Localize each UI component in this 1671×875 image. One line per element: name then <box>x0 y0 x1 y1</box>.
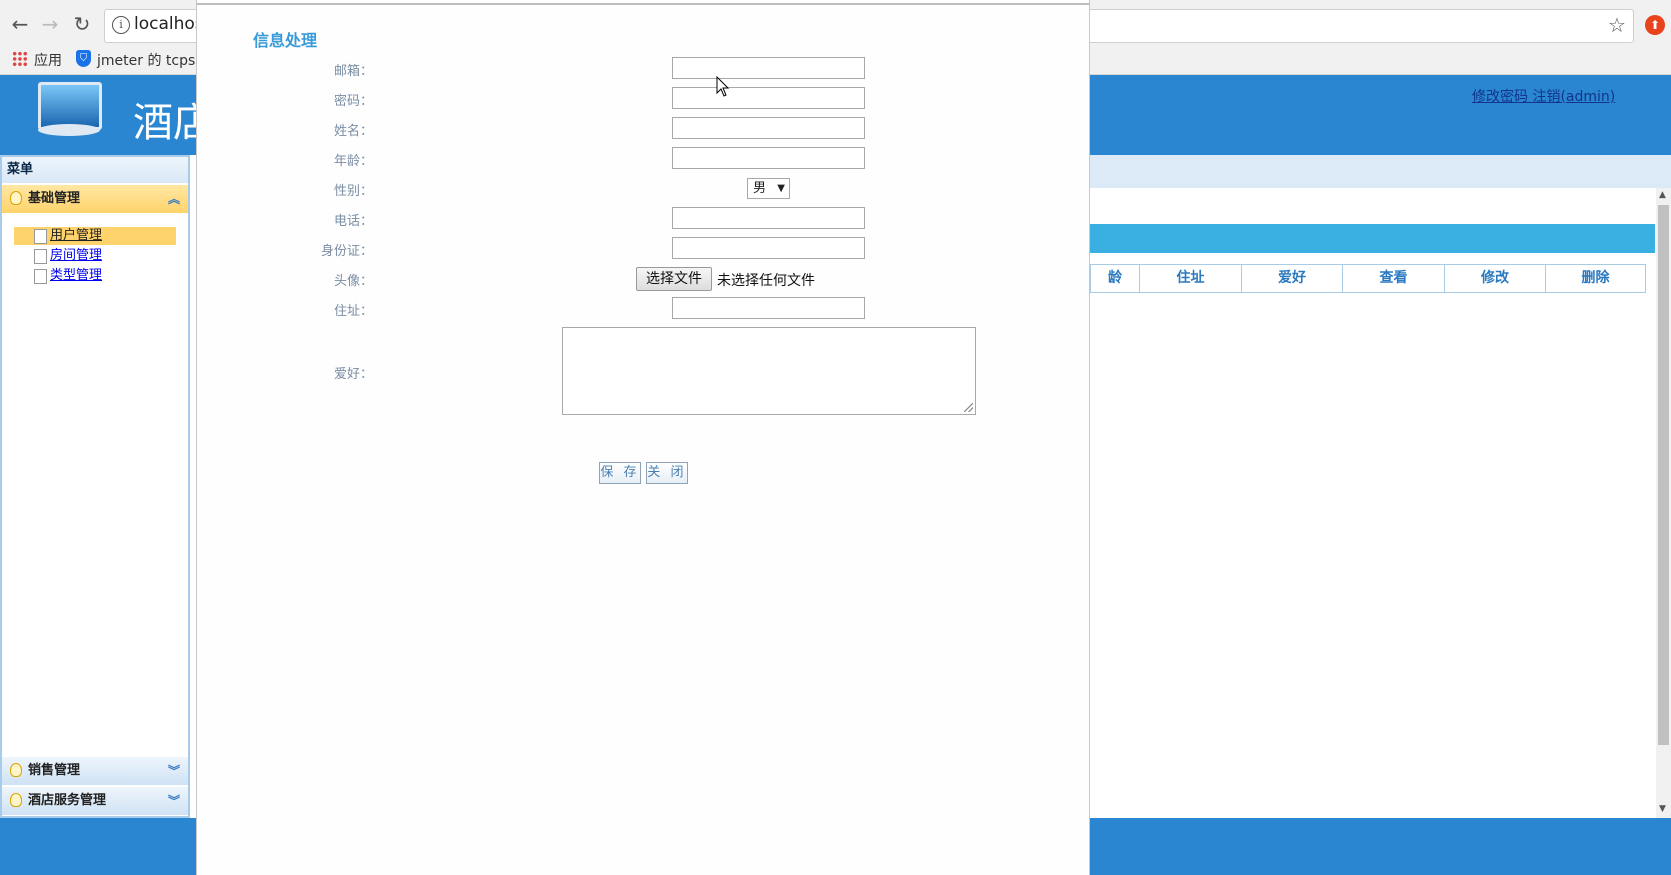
bulb-icon <box>10 793 22 807</box>
info-icon[interactable]: i <box>112 16 130 34</box>
menu-item-type[interactable]: 类型管理 <box>14 267 176 285</box>
menu-group-basic[interactable]: 基础管理 ︽ <box>2 185 188 213</box>
table-header: 龄 住址 爱好 查看 修改 删除 <box>1090 264 1646 293</box>
modal-top-border <box>196 3 1090 5</box>
label-email: 邮箱： <box>333 64 373 79</box>
chevron-down-icon[interactable]: ︾ <box>168 787 180 815</box>
file-status: 未选择任何文件 <box>717 273 815 289</box>
scroll-up-icon[interactable]: ▲ <box>1659 190 1666 200</box>
form-title: 信息处理 <box>253 31 318 50</box>
document-icon <box>34 229 47 244</box>
document-icon <box>34 269 47 284</box>
column-age: 龄 <box>1108 270 1122 286</box>
apps-grid-icon[interactable] <box>12 51 28 67</box>
label-name: 姓名： <box>333 124 373 139</box>
menu-group-label: 销售管理 <box>28 763 81 778</box>
menu-header: 菜单 <box>2 157 188 183</box>
choose-file-button[interactable]: 选择文件 <box>636 267 712 291</box>
label-id-card: 身份证： <box>320 244 373 259</box>
content-header <box>1090 155 1671 188</box>
scroll-down-icon[interactable]: ▼ <box>1659 804 1666 814</box>
menu-group-label: 基础管理 <box>28 191 81 206</box>
apps-bookmark[interactable]: 应用 <box>34 50 62 70</box>
gender-value: 男 <box>753 181 767 196</box>
dropdown-arrow-icon: ▼ <box>777 183 785 194</box>
menu-item-user[interactable]: 用户管理 <box>14 227 176 245</box>
extension-icon[interactable]: ⬆ <box>1645 15 1665 35</box>
menu-item-label[interactable]: 房间管理 <box>50 248 102 263</box>
column-view: 查看 <box>1342 265 1444 292</box>
resize-grip-icon[interactable] <box>964 403 973 412</box>
menu-item-label[interactable]: 用户管理 <box>50 228 102 243</box>
phone-field[interactable] <box>672 207 865 229</box>
header-links[interactable]: 修改密码 注销(admin) <box>1472 86 1615 106</box>
chevron-up-icon[interactable]: ︽ <box>168 185 180 213</box>
menu-item-label[interactable]: 类型管理 <box>50 268 102 283</box>
url-text[interactable]: localhos <box>134 14 204 34</box>
address-field[interactable] <box>672 297 865 319</box>
gender-select[interactable]: 男 ▼ <box>747 178 790 199</box>
label-age: 年龄： <box>333 154 373 169</box>
close-button[interactable]: 关 闭 <box>646 462 688 484</box>
label-hobby: 爱好： <box>333 367 373 382</box>
column-delete: 删除 <box>1545 265 1645 292</box>
forward-icon[interactable]: → <box>36 10 64 38</box>
label-gender: 性别： <box>333 184 373 199</box>
reload-icon[interactable]: ↻ <box>68 10 96 38</box>
bookmark-shield-icon[interactable]: ⛉ <box>76 50 91 67</box>
mouse-cursor-icon <box>716 76 730 97</box>
bulb-icon <box>10 763 22 777</box>
label-address: 住址： <box>333 304 373 319</box>
id-card-field[interactable] <box>672 237 865 259</box>
menu-item-room[interactable]: 房间管理 <box>14 247 176 265</box>
name-field[interactable] <box>672 117 865 139</box>
menu-group-label: 酒店服务管理 <box>28 793 107 808</box>
label-avatar: 头像： <box>333 274 373 289</box>
age-field[interactable] <box>672 147 865 169</box>
star-icon[interactable]: ☆ <box>1608 13 1626 37</box>
menu-group-service[interactable]: 酒店服务管理 ︾ <box>2 787 188 815</box>
save-button[interactable]: 保 存 <box>599 462 641 484</box>
column-edit: 修改 <box>1444 265 1545 292</box>
label-phone: 电话： <box>333 214 373 229</box>
password-field[interactable] <box>672 87 865 109</box>
hobby-textarea[interactable] <box>562 327 976 415</box>
scrollbar-thumb[interactable] <box>1658 205 1669 745</box>
bookmark-jmeter[interactable]: jmeter 的 tcpsa <box>97 50 204 70</box>
bulb-icon <box>10 191 22 205</box>
monitor-logo-icon <box>38 82 102 130</box>
email-field[interactable] <box>672 57 865 79</box>
content-title-bar <box>1090 224 1655 253</box>
menu-group-sales[interactable]: 销售管理 ︾ <box>2 757 188 785</box>
logo-base <box>38 124 100 136</box>
column-address: 住址 <box>1139 265 1241 292</box>
back-icon[interactable]: ← <box>6 10 34 38</box>
label-password: 密码： <box>333 94 373 109</box>
column-hobby: 爱好 <box>1241 265 1342 292</box>
document-icon <box>34 249 47 264</box>
chevron-down-icon[interactable]: ︾ <box>168 757 180 785</box>
